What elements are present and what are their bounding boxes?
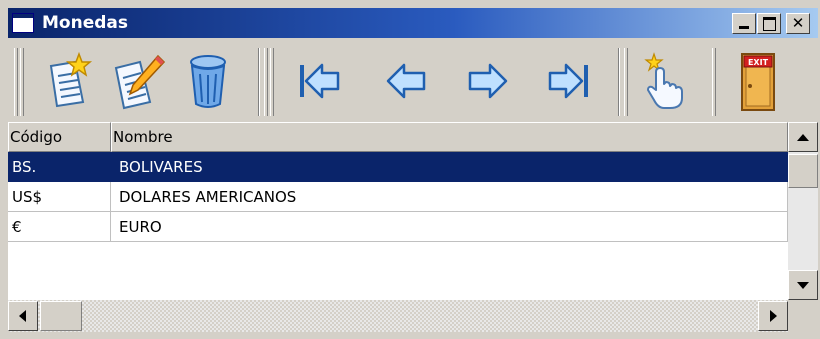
select-record-button[interactable] [634, 48, 694, 114]
close-button[interactable] [786, 13, 810, 34]
cell-nombre[interactable]: DOLARES AMERICANOS [111, 182, 788, 212]
cell-nombre[interactable]: BOLIVARES [111, 152, 788, 182]
first-record-button[interactable] [290, 48, 350, 114]
exit-badge-text: EXIT [748, 58, 769, 67]
hand-pointer-icon [644, 52, 683, 109]
arrow-up-icon [797, 134, 809, 141]
arrow-left-small-icon [19, 310, 26, 322]
scrollbar-corner [788, 300, 818, 332]
table-row[interactable]: US$ DOLARES AMERICANOS [8, 182, 788, 212]
edit-record-button[interactable] [108, 48, 168, 114]
toolbar-grip[interactable] [624, 48, 628, 116]
scroll-down-button[interactable] [788, 270, 818, 300]
last-record-button[interactable] [538, 48, 598, 114]
arrow-left-icon [386, 63, 426, 99]
toolbar-grip[interactable] [270, 48, 274, 116]
arrow-right-icon [468, 63, 508, 99]
column-header-nombre[interactable]: Nombre [111, 122, 788, 152]
monedas-window: Monedas ✕ EXIT Código Nombre BS. BOLIVAR… [0, 0, 820, 339]
scroll-up-button[interactable] [788, 122, 818, 152]
column-header-codigo[interactable]: Código [8, 122, 111, 152]
toolbar-grip[interactable] [264, 48, 268, 116]
cell-codigo[interactable]: US$ [8, 182, 111, 212]
vertical-scroll-thumb[interactable] [788, 154, 818, 188]
horizontal-scrollbar[interactable] [8, 300, 788, 332]
new-document-star-icon [49, 52, 93, 108]
toolbar-grip[interactable] [20, 48, 24, 116]
arrow-first-icon [300, 63, 340, 99]
cell-codigo[interactable]: € [8, 212, 111, 242]
horizontal-scroll-thumb[interactable] [40, 301, 82, 331]
arrow-right-small-icon [770, 310, 777, 322]
window-icon [12, 13, 34, 33]
toolbar-separator [258, 48, 260, 116]
trash-can-icon [190, 55, 226, 108]
table-row[interactable]: BS. BOLIVARES [8, 152, 788, 182]
scroll-left-button[interactable] [8, 301, 38, 331]
maximize-button[interactable] [757, 13, 781, 34]
minimize-button[interactable] [732, 13, 756, 34]
scroll-right-button[interactable] [758, 301, 788, 331]
exit-button[interactable]: EXIT [728, 48, 788, 114]
exit-door-icon: EXIT [741, 53, 775, 111]
toolbar-separator [618, 48, 620, 116]
new-record-button[interactable] [38, 48, 98, 114]
title-bar[interactable]: Monedas [8, 8, 818, 38]
arrow-last-icon [548, 63, 588, 99]
toolbar: EXIT [8, 44, 820, 120]
vertical-scrollbar[interactable] [788, 122, 818, 300]
edit-document-pencil-icon [114, 54, 166, 110]
currency-grid[interactable]: Código Nombre BS. BOLIVARES US$ DOLARES … [8, 122, 788, 300]
arrow-down-icon [797, 282, 809, 289]
toolbar-grip[interactable] [712, 48, 716, 116]
cell-codigo[interactable]: BS. [8, 152, 111, 182]
previous-record-button[interactable] [376, 48, 436, 114]
toolbar-grip[interactable] [14, 48, 18, 116]
delete-record-button[interactable] [178, 48, 238, 114]
cell-nombre[interactable]: EURO [111, 212, 788, 242]
next-record-button[interactable] [458, 48, 518, 114]
window-title: Monedas [42, 13, 128, 33]
table-row[interactable]: € EURO [8, 212, 788, 242]
